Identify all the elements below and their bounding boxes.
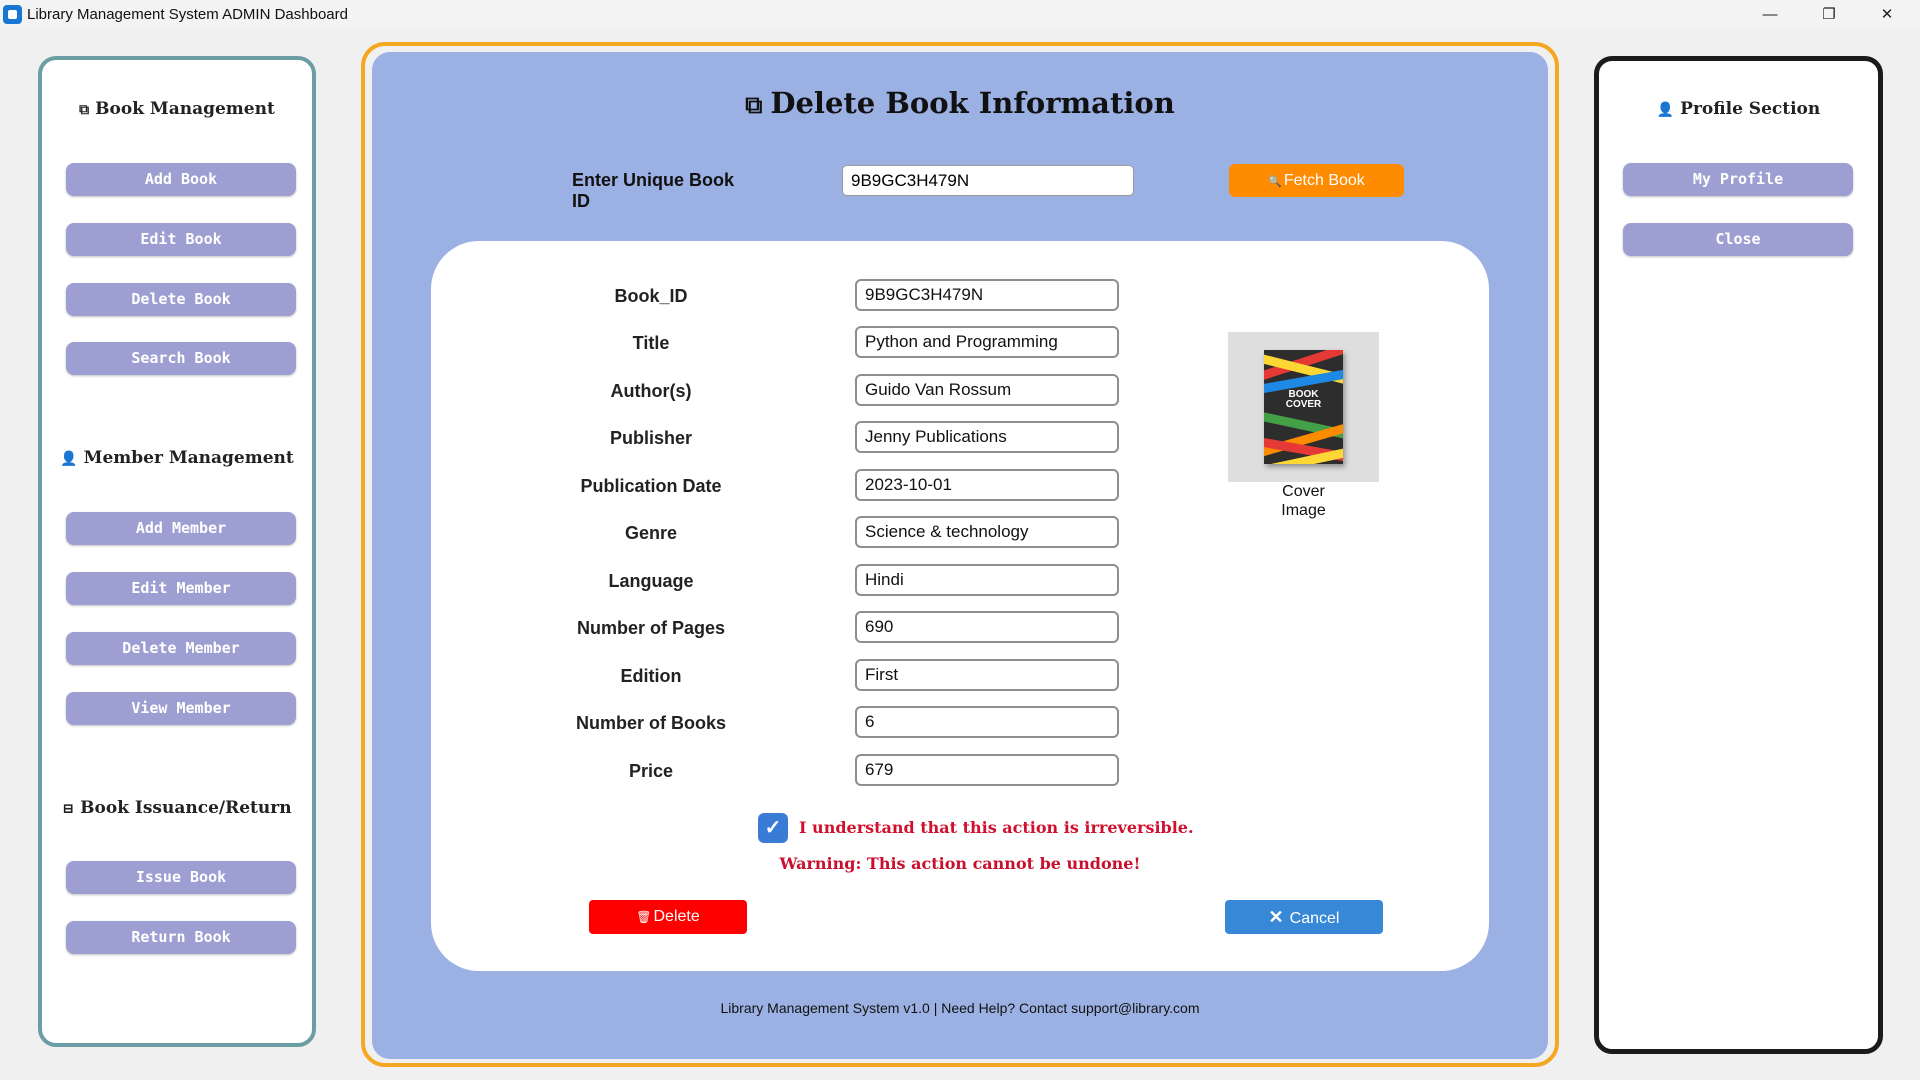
cancel-button[interactable]: ✕ Cancel [1225,900,1383,934]
field-label-title: Title [632,333,670,353]
issue-icon: ⊟ [62,801,75,817]
cancel-label: Cancel [1289,910,1340,927]
books-icon: ⧉ [745,90,763,119]
search-book-button[interactable]: Search Book [66,342,296,375]
cover-image: BOOK COVER [1228,332,1379,482]
book-id-label: Enter Unique Book ID [572,170,735,211]
field-input-book-id[interactable]: 9B9GC3H479N [855,279,1119,311]
main-panel: ⧉ Delete Book Information Enter Unique Bo… [372,52,1548,1059]
search-icon: 🔍 [1268,176,1282,188]
section-member-management: 👤 Member Management [42,448,312,468]
field-label-language: Language [608,571,694,591]
section-title: Member Management [83,448,294,468]
field-label-genre: Genre [624,523,678,543]
section-title: Book Management [95,99,275,119]
field-input-edition[interactable]: First [855,659,1119,691]
left-sidebar: ⧉ Book Management Add Book Edit Book Dele… [38,56,316,1047]
delete-member-button[interactable]: Delete Member [66,632,296,665]
acknowledge-label: I understand that this action is irrever… [799,818,1194,837]
field-input-publisher[interactable]: Jenny Publications [855,421,1119,453]
field-label-publication-date: Publication Date [580,476,722,496]
window-titlebar: Library Management System ADMIN Dashboar… [0,0,1920,29]
edit-member-button[interactable]: Edit Member [66,572,296,605]
minimize-button[interactable]: — [1747,0,1793,29]
maximize-button[interactable]: ❐ [1806,0,1852,29]
field-input-number-of-pages[interactable]: 690 [855,611,1119,643]
trash-icon: 🗑 [636,910,652,924]
field-label-number-of-books: Number of Books [575,713,726,733]
fetch-book-label: Fetch Book [1283,172,1365,189]
field-label-authors: Author(s) [610,381,692,401]
window-title: Library Management System ADMIN Dashboar… [27,6,348,23]
view-member-button[interactable]: View Member [66,692,296,725]
books-icon: ⧉ [79,102,90,118]
warning-text: Warning: This action cannot be undone! [779,854,1141,873]
app-icon [3,5,22,24]
field-label-publisher: Publisher [609,428,693,448]
field-label-number-of-pages: Number of Pages [576,618,726,638]
add-book-button[interactable]: Add Book [66,163,296,196]
footer-text: Library Management System v1.0 | Need He… [720,1000,1200,1016]
delete-button[interactable]: 🗑 Delete [589,900,747,934]
field-label-book-id: Book_ID [614,286,688,306]
close-window-button[interactable]: ✕ [1864,0,1910,29]
fetch-book-button[interactable]: 🔍 Fetch Book [1229,164,1404,197]
close-button[interactable]: Close [1623,223,1853,256]
cover-title: BOOK COVER [1285,389,1322,410]
delete-book-button[interactable]: Delete Book [66,283,296,316]
field-label-edition: Edition [620,666,682,686]
field-input-title[interactable]: Python and Programming [855,326,1119,358]
field-input-language[interactable]: Hindi [855,564,1119,596]
section-book-issuance: ⊟ Book Issuance/Return [42,798,312,818]
edit-book-button[interactable]: Edit Book [66,223,296,256]
my-profile-button[interactable]: My Profile [1623,163,1853,196]
field-label-price: Price [628,761,674,781]
page-title-text: Delete Book Information [770,86,1175,120]
section-title: Profile Section [1680,99,1821,119]
acknowledge-checkbox[interactable]: ✓ [758,813,788,843]
field-input-publication-date[interactable]: 2023-10-01 [855,469,1119,501]
section-book-management: ⧉ Book Management [42,99,312,119]
book-details-card: Book_ID 9B9GC3H479N Title Python and Pro… [431,241,1489,971]
book-id-input[interactable]: 9B9GC3H479N [842,165,1134,196]
field-input-genre[interactable]: Science & technology [855,516,1119,548]
issue-book-button[interactable]: Issue Book [66,861,296,894]
page-title: ⧉ Delete Book Information [372,86,1548,120]
close-icon: ✕ [1268,907,1284,927]
delete-label: Delete [653,908,700,925]
return-book-button[interactable]: Return Book [66,921,296,954]
person-icon: 👤 [1656,102,1675,118]
person-icon: 👤 [60,451,78,467]
book-cover-thumbnail: BOOK COVER [1264,350,1343,464]
field-input-number-of-books[interactable]: 6 [855,706,1119,738]
right-sidebar: 👤 Profile Section My Profile Close [1594,56,1883,1054]
field-input-price[interactable]: 679 [855,754,1119,786]
field-input-authors[interactable]: Guido Van Rossum [855,374,1119,406]
cover-caption: Cover Image [1281,483,1326,519]
add-member-button[interactable]: Add Member [66,512,296,545]
section-title: Book Issuance/Return [80,798,292,818]
section-profile: 👤 Profile Section [1599,99,1878,119]
